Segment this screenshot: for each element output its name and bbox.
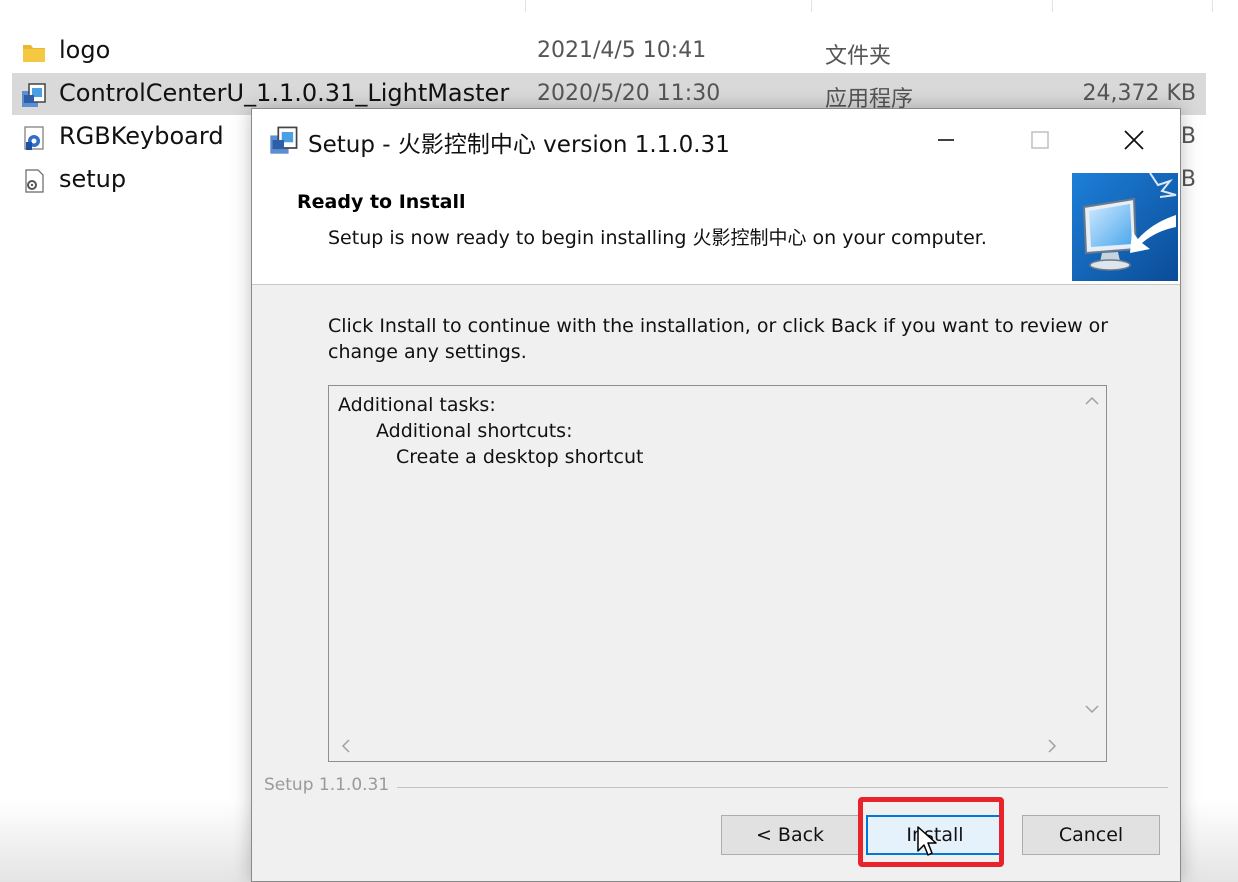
- memo-line: Create a desktop shortcut: [396, 446, 644, 468]
- dialog-title: Setup - 火影控制中心 version 1.1.0.31: [308, 132, 730, 158]
- cancel-button[interactable]: Cancel: [1022, 815, 1160, 855]
- file-type: 文件夹: [825, 44, 892, 69]
- file-date: 2021/4/5 10:41: [537, 38, 707, 63]
- column-separator[interactable]: [1212, 0, 1213, 12]
- maximize-button[interactable]: [1012, 117, 1068, 163]
- column-separator[interactable]: [811, 0, 812, 12]
- file-size: 24,372 KB: [1082, 81, 1197, 106]
- file-date: 2020/5/20 11:30: [537, 81, 721, 106]
- divider: [264, 787, 1168, 788]
- column-separator[interactable]: [525, 0, 526, 12]
- installer-icon: [20, 81, 48, 109]
- scroll-left-icon[interactable]: [341, 739, 351, 757]
- ready-memo[interactable]: Additional tasks: Additional shortcuts: …: [328, 385, 1107, 762]
- config-file-icon: [20, 167, 48, 195]
- memo-content: Additional tasks: Additional shortcuts: …: [329, 386, 1079, 732]
- maximize-icon: [1031, 131, 1049, 149]
- version-label: Setup 1.1.0.31: [264, 775, 398, 795]
- close-icon: [1124, 130, 1144, 150]
- column-separator[interactable]: [1052, 0, 1053, 12]
- app-icon: [20, 124, 48, 152]
- close-button[interactable]: [1106, 117, 1162, 163]
- scroll-up-icon[interactable]: [1085, 392, 1099, 410]
- wizard-computer-icon: [1072, 172, 1178, 281]
- file-name: setup: [59, 165, 127, 193]
- back-button[interactable]: < Back: [721, 815, 859, 855]
- vertical-scrollbar[interactable]: [1078, 386, 1106, 732]
- mouse-cursor-icon: [916, 825, 940, 859]
- version-row: Setup 1.1.0.31: [264, 775, 1168, 799]
- minimize-icon: [938, 139, 954, 141]
- memo-line: Additional shortcuts:: [376, 420, 573, 442]
- page-title: Ready to Install: [297, 191, 466, 213]
- file-name: logo: [59, 36, 111, 64]
- memo-line: Additional tasks:: [338, 394, 496, 416]
- horizontal-scrollbar[interactable]: [329, 732, 1106, 761]
- folder-icon: [20, 38, 48, 66]
- installer-icon: [268, 124, 300, 156]
- file-name: ControlCenterU_1.1.0.31_LightMaster: [59, 79, 510, 107]
- minimize-button[interactable]: [918, 117, 974, 163]
- page-subtitle: Setup is now ready to begin installing 火…: [328, 227, 987, 249]
- instructions-text: Click Install to continue with the insta…: [328, 315, 1109, 363]
- column-header: [0, 0, 1238, 12]
- scroll-down-icon[interactable]: [1085, 700, 1099, 718]
- scroll-right-icon[interactable]: [1047, 739, 1057, 757]
- wizard-header: Ready to Install Setup is now ready to b…: [252, 171, 1180, 285]
- title-bar[interactable]: Setup - 火影控制中心 version 1.1.0.31: [252, 109, 1180, 171]
- setup-dialog: Setup - 火影控制中心 version 1.1.0.31 Ready to…: [251, 108, 1181, 882]
- file-name: RGBKeyboard: [59, 122, 224, 150]
- file-row-logo[interactable]: logo 2021/4/5 10:41 文件夹: [12, 30, 1206, 72]
